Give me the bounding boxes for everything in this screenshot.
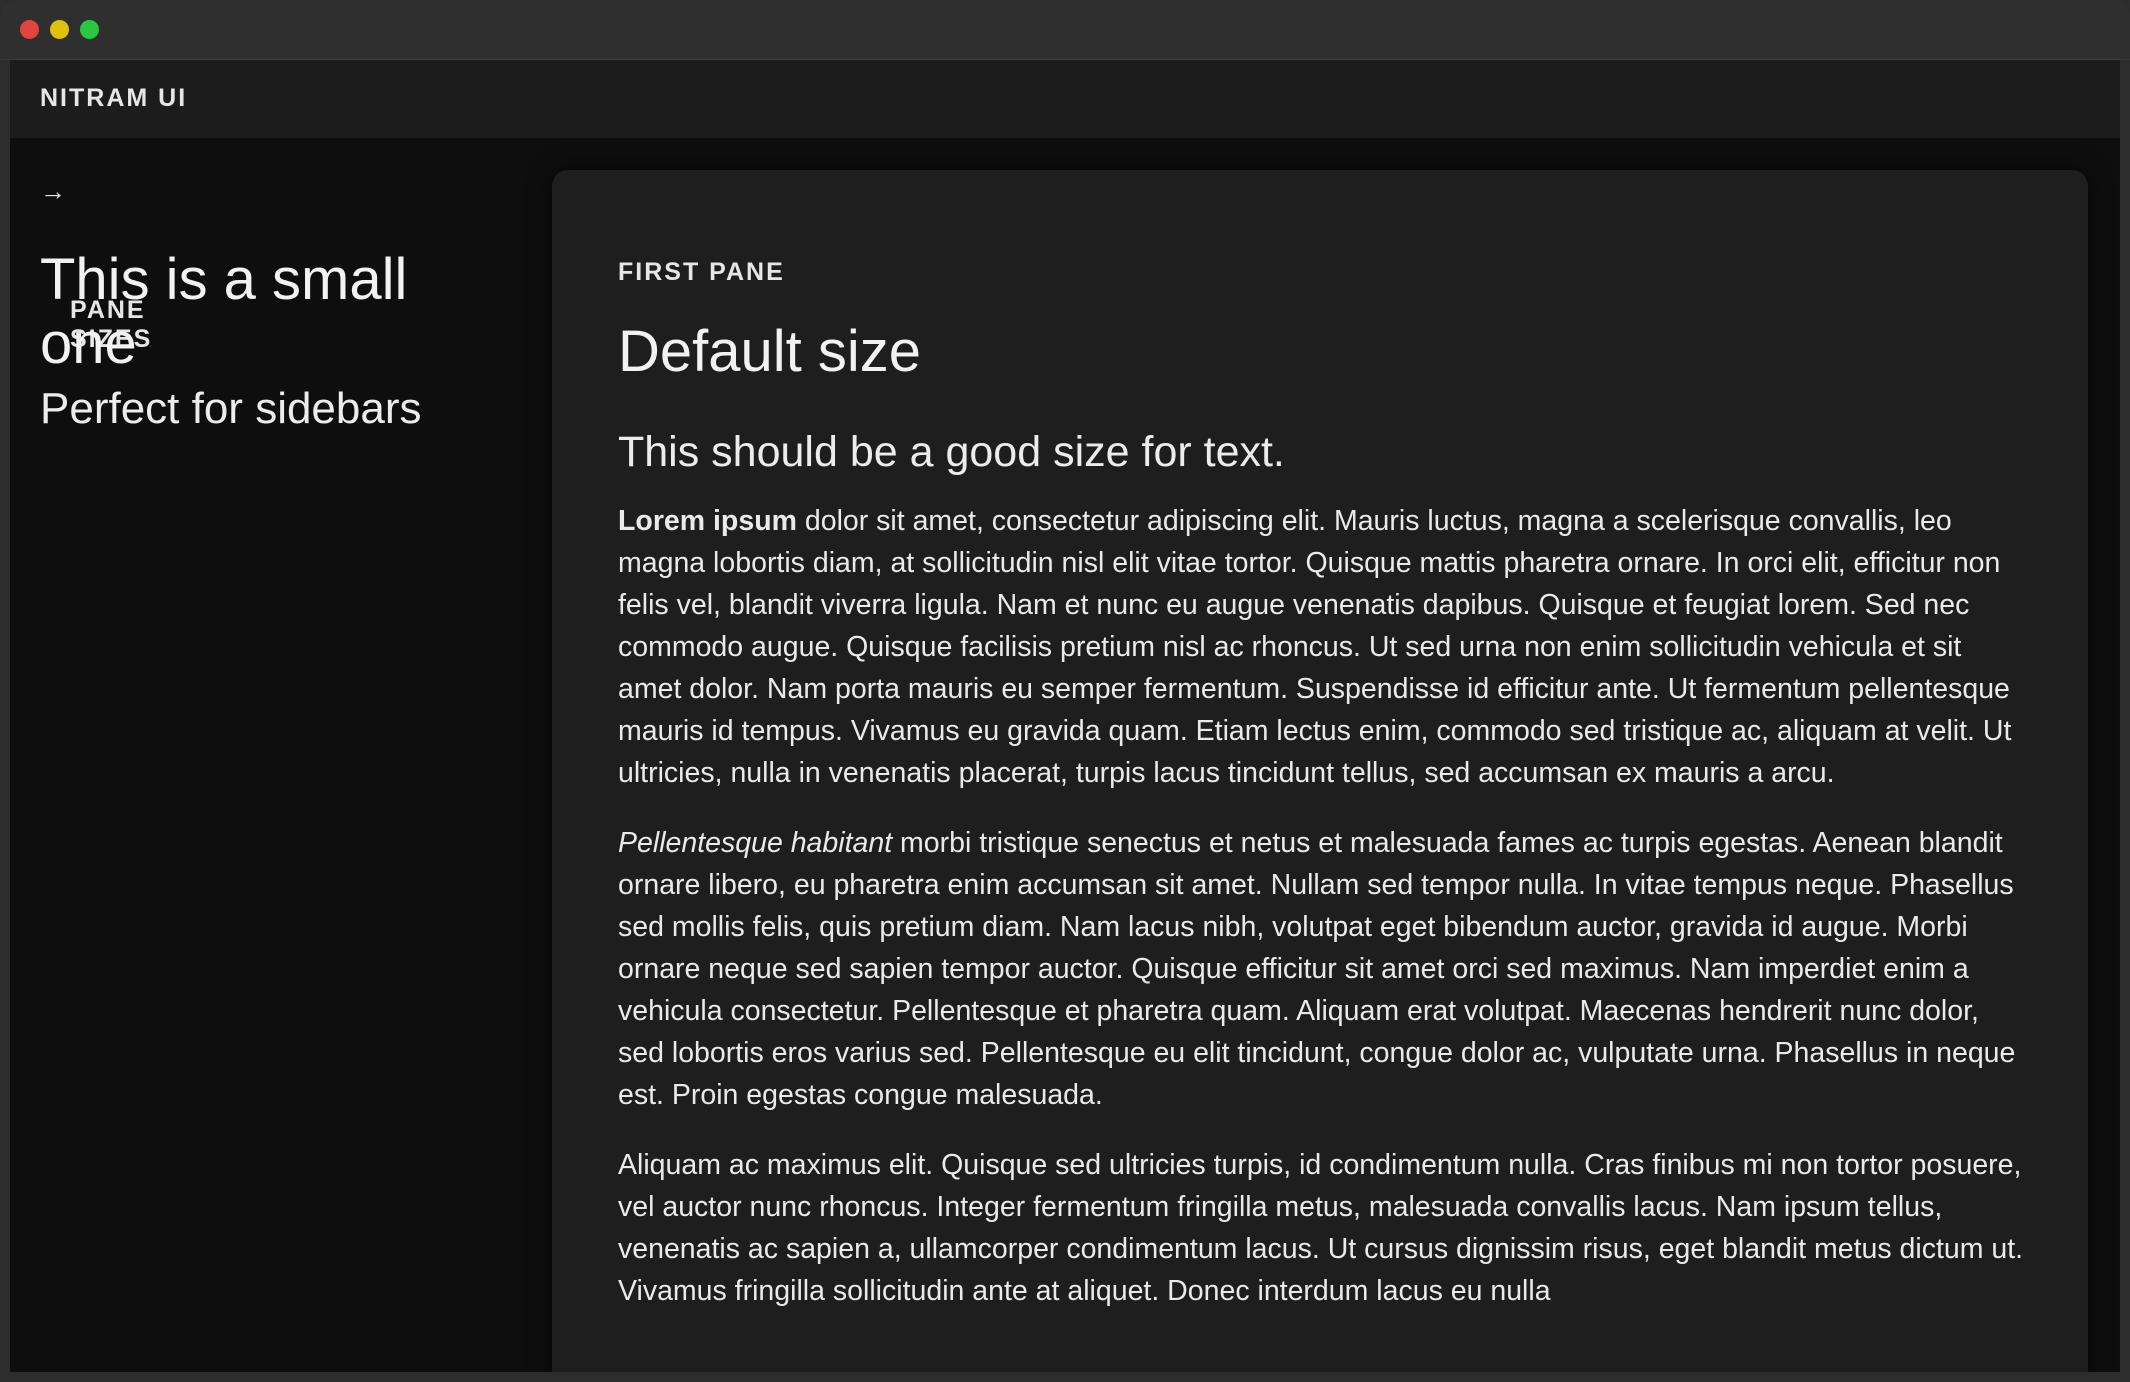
pane-title: Default size xyxy=(618,319,922,384)
maximize-window-button[interactable] xyxy=(80,20,99,39)
paragraph-1: Lorem ipsum dolor sit amet, consectetur … xyxy=(618,500,2028,794)
sidebar-pane: PANE SIZES → This is a small one Perfect… xyxy=(10,138,550,1372)
paragraph-3: Aliquam ac maximus elit. Quisque sed ult… xyxy=(618,1149,2024,1307)
sidebar-title: This is a small one xyxy=(40,247,408,376)
sidebar-subtitle: Perfect for sidebars xyxy=(40,384,422,433)
paragraph-1-lead: Lorem ipsum xyxy=(618,505,797,537)
pane-eyebrow: FIRST PANE xyxy=(618,258,785,286)
paragraph-1-text: dolor sit amet, consectetur adipiscing e… xyxy=(618,505,2012,789)
close-window-button[interactable] xyxy=(20,20,39,39)
arrow-right-icon: → xyxy=(40,176,66,206)
minimize-window-button[interactable] xyxy=(50,20,69,39)
app-frame: NITRAM UI PANE SIZES → This is a small o… xyxy=(10,60,2120,1372)
paragraph-2-text: morbi tristique senectus et netus et mal… xyxy=(618,827,2016,1111)
window-titlebar[interactable] xyxy=(0,0,2130,60)
pane-subtitle: This should be a good size for text. xyxy=(618,428,1285,476)
app-title: NITRAM UI xyxy=(40,84,188,112)
app-window: NITRAM UI PANE SIZES → This is a small o… xyxy=(0,0,2130,1382)
paragraph-2-lead: Pellentesque habitant xyxy=(618,827,893,859)
paragraph-2: Pellentesque habitant morbi tristique se… xyxy=(618,822,2028,1116)
first-pane: FIRST PANE Default size This should be a… xyxy=(552,170,2088,1372)
sidebar-eyebrow: PANE SIZES → xyxy=(40,176,150,353)
app-header: NITRAM UI xyxy=(10,60,2120,138)
pane-body: Lorem ipsum dolor sit amet, consectetur … xyxy=(618,500,2028,1340)
